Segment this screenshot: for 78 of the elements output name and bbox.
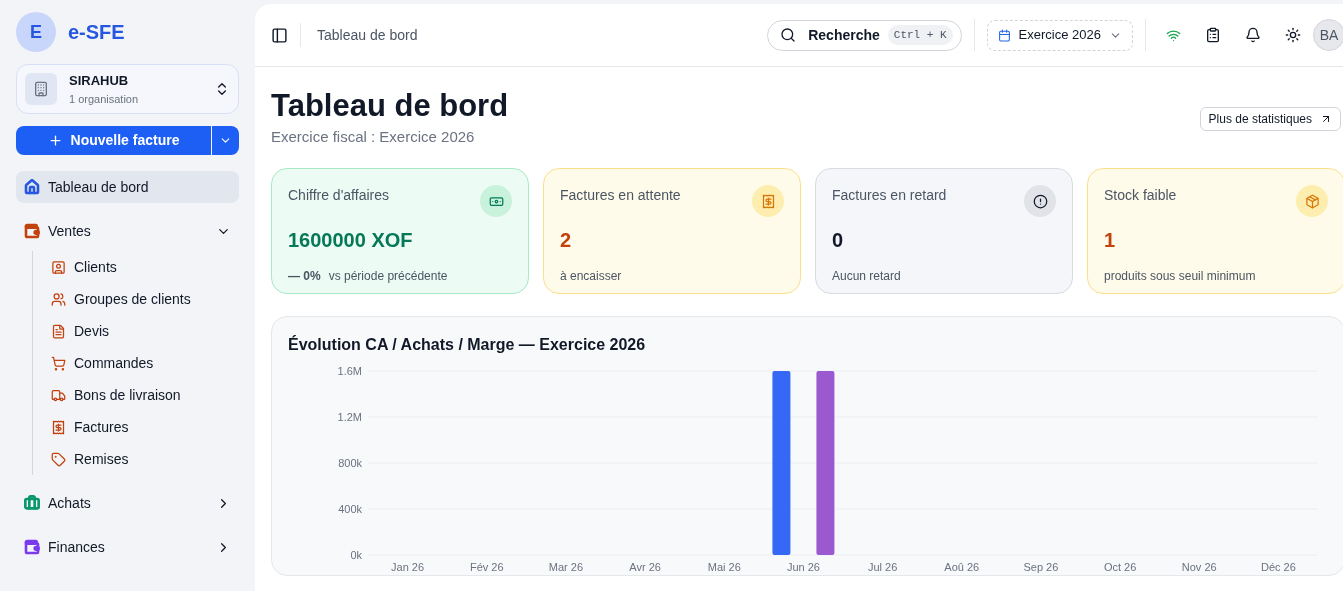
- x-tick-label: Oct 26: [1103, 561, 1137, 574]
- nav-subitem[interactable]: Groupes de clients: [45, 283, 239, 315]
- card-note: à encaisser: [560, 268, 622, 286]
- app-name: e-SFE: [68, 20, 125, 45]
- y-tick-label: 1.2M: [337, 411, 362, 424]
- nav-subitem[interactable]: Clients: [45, 251, 239, 283]
- clipboard-icon[interactable]: [1205, 27, 1221, 43]
- more-stats-button[interactable]: Plus de statistiques: [1199, 107, 1341, 131]
- card-note: Aucun retard: [832, 268, 901, 286]
- card-value: 0: [832, 228, 845, 254]
- card-title: Chiffre d'affaires: [288, 186, 389, 206]
- house-icon: [24, 179, 40, 195]
- building-icon: [25, 73, 57, 105]
- card-title: Stock faible: [1104, 186, 1177, 206]
- nav-item[interactable]: Finances: [16, 531, 239, 563]
- nav-item[interactable]: Achats: [16, 487, 239, 519]
- organization-name: SIRAHUB: [69, 72, 130, 90]
- card-title: Factures en retard: [832, 186, 947, 206]
- plus-icon: [47, 133, 63, 148]
- x-tick-label: Mar 26: [548, 561, 584, 574]
- x-tick-label: Avr 26: [629, 561, 661, 574]
- user-avatar[interactable]: BA: [1313, 19, 1343, 51]
- card-title: Factures en attente: [560, 186, 681, 206]
- truck-icon: [51, 387, 66, 403]
- receipt-icon: [752, 185, 784, 218]
- logo-avatar: E: [16, 12, 56, 52]
- y-tick-label: 0k: [350, 549, 362, 562]
- nav-subitem[interactable]: Remises: [45, 443, 239, 475]
- package-icon: [1296, 185, 1328, 218]
- organization-switcher[interactable]: SIRAHUB 1 organisation: [16, 64, 239, 114]
- x-tick-label: Jan 26: [391, 561, 425, 574]
- x-tick-label: Mai 26: [707, 561, 741, 574]
- y-tick-label: 400k: [338, 503, 362, 516]
- search-icon: [780, 27, 797, 43]
- nav-subitem[interactable]: Bons de livraison: [45, 379, 239, 411]
- trend-value: — 0%: [288, 268, 321, 286]
- sidebar-toggle-icon[interactable]: [271, 26, 288, 44]
- new-invoice-button[interactable]: Nouvelle facture: [16, 126, 211, 155]
- x-tick-label: Aoû 26: [944, 561, 980, 574]
- chart-title: Évolution CA / Achats / Marge — Exercice 2026: [288, 334, 647, 356]
- wifi-icon: [1166, 27, 1181, 43]
- document-icon: [51, 323, 66, 339]
- calendar-icon: [997, 28, 1011, 42]
- card-value: 1: [1104, 228, 1117, 254]
- organization-count: 1 organisation: [69, 91, 140, 107]
- theme-toggle-icon[interactable]: [1285, 27, 1301, 43]
- dropdown-button[interactable]: [212, 126, 239, 155]
- card-value: 2: [560, 228, 573, 254]
- x-tick-label: Jun 26: [786, 561, 820, 574]
- nav-item[interactable]: Ventes: [16, 215, 239, 247]
- x-tick-label: Jul 26: [867, 561, 898, 574]
- nav-subitem[interactable]: Factures: [45, 411, 239, 443]
- card-note: vs période précédente: [328, 268, 448, 286]
- fiscal-year-selector[interactable]: Exercice 2026: [986, 19, 1133, 51]
- x-tick-label: Déc 26: [1261, 561, 1296, 574]
- nav-subitem[interactable]: Devis: [45, 315, 239, 347]
- page-subtitle: Exercice fiscal : Exercice 2026: [271, 126, 476, 147]
- x-tick-label: Nov 26: [1181, 561, 1217, 574]
- banknote-icon: [480, 185, 512, 218]
- x-tick-label: Sep 26: [1023, 561, 1059, 574]
- tag-icon: [51, 451, 66, 467]
- alert-icon: [1024, 185, 1056, 218]
- receipt-icon: [51, 419, 66, 435]
- nav-subitem[interactable]: Commandes: [45, 347, 239, 379]
- breadcrumb: Tableau de bord: [317, 25, 419, 45]
- nav-item[interactable]: Tableau de bord: [16, 171, 239, 203]
- cart-icon: [51, 355, 66, 371]
- notifications-icon[interactable]: [1245, 27, 1261, 43]
- card-value: 1600000 XOF: [288, 228, 414, 254]
- y-tick-label: 1.6M: [337, 365, 362, 378]
- shortcut-hint: Ctrl + K: [887, 24, 953, 46]
- user-icon: [51, 259, 66, 275]
- card-note: produits sous seuil minimum: [1104, 268, 1256, 286]
- y-tick-label: 800k: [338, 457, 362, 470]
- users-icon: [51, 291, 66, 307]
- x-tick-label: Fév 26: [469, 561, 504, 574]
- arrow-up-right-icon: [1320, 113, 1332, 125]
- page-title: Tableau de bord: [271, 87, 510, 125]
